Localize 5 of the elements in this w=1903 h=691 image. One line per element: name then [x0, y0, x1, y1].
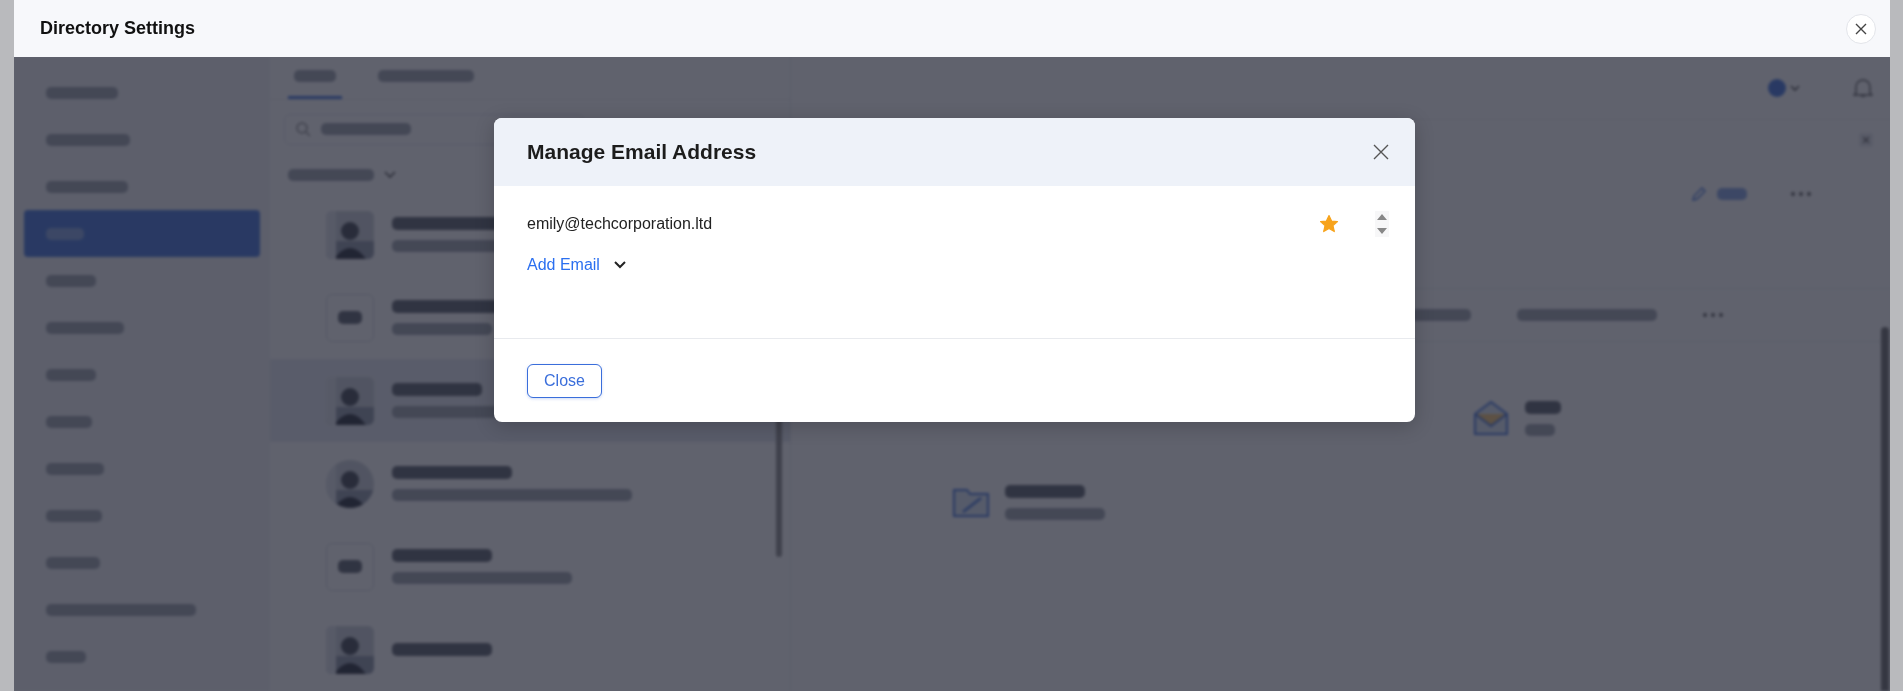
dialog-title: Manage Email Address [527, 140, 757, 164]
add-email-link[interactable]: Add Email [527, 256, 600, 274]
window-title: Directory Settings [40, 18, 196, 39]
close-button[interactable]: Close [527, 363, 602, 398]
email-address: emily@techcorporation.ltd [527, 215, 714, 233]
